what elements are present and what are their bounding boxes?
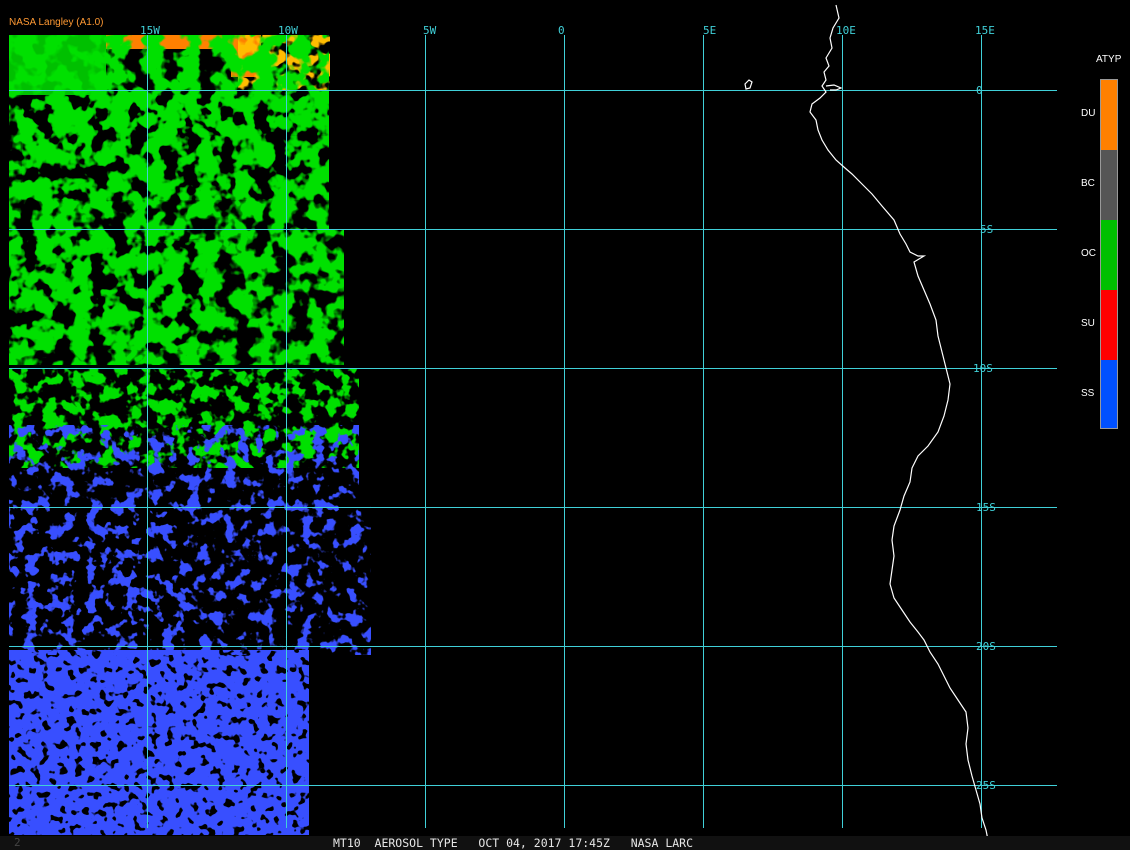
lon-label-5w: 5W <box>423 24 437 37</box>
sea-salt-patchy-c <box>9 510 189 630</box>
coastline-africa-west <box>809 4 991 850</box>
legend-title: ATYP <box>1096 54 1122 65</box>
sea-salt-sparse-d <box>9 650 309 835</box>
legend-color-bar <box>1100 79 1118 429</box>
lon-label-15e: 15E <box>975 24 995 37</box>
lon-label-0: 0 <box>558 24 565 37</box>
legend-label-oc: OC <box>1081 248 1096 259</box>
source-label: NASA Langley (A1.0) <box>9 17 104 28</box>
lat-label-10s: 10S <box>973 362 993 375</box>
lon-label-10e: 10E <box>836 24 856 37</box>
legend-label-du: DU <box>1081 108 1096 119</box>
coastline-gulf-inlet <box>825 84 843 91</box>
aerosol-type-map: 15W 10W 5W 0 5E 10E 15E 0 5S 10S 15S 20S… <box>9 4 1057 850</box>
legend-label-bc: BC <box>1081 178 1095 189</box>
legend-swatch-bc <box>1101 150 1117 220</box>
footer-frame-index: 2 <box>14 836 21 849</box>
organic-carbon-patchy-central-2 <box>9 240 209 350</box>
lat-label-0: 0 <box>976 84 983 97</box>
legend-swatch-ss <box>1101 360 1117 428</box>
legend-label-ss: SS <box>1081 388 1095 399</box>
aerosol-type-legend: ATYP DU BC OC SU SS <box>1078 52 1130 442</box>
coastline <box>744 4 991 850</box>
footer-bar: 2 MT10 AEROSOL TYPE OCT 04, 2017 17:45Z … <box>0 836 1130 850</box>
lat-label-15s: 15S <box>976 501 996 514</box>
lat-label-5s: 5S <box>980 223 993 236</box>
lat-label-20s: 20S <box>976 640 996 653</box>
lon-label-10w: 10W <box>278 24 298 37</box>
legend-swatch-oc <box>1101 220 1117 290</box>
footer-title: MT10 AEROSOL TYPE OCT 04, 2017 17:45Z NA… <box>333 836 694 850</box>
sea-salt-patchy-a <box>9 425 359 510</box>
lon-label-5e: 5E <box>703 24 716 37</box>
legend-label-su: SU <box>1081 318 1095 329</box>
legend-swatch-du <box>1101 80 1117 150</box>
lat-label-25s: 25S <box>976 779 996 792</box>
aerosol-swath <box>9 35 371 835</box>
coastline-bioko-island <box>744 79 753 90</box>
legend-swatch-su <box>1101 290 1117 360</box>
lon-label-15w: 15W <box>140 24 160 37</box>
organic-carbon-patchy-north-2 <box>22 90 329 200</box>
